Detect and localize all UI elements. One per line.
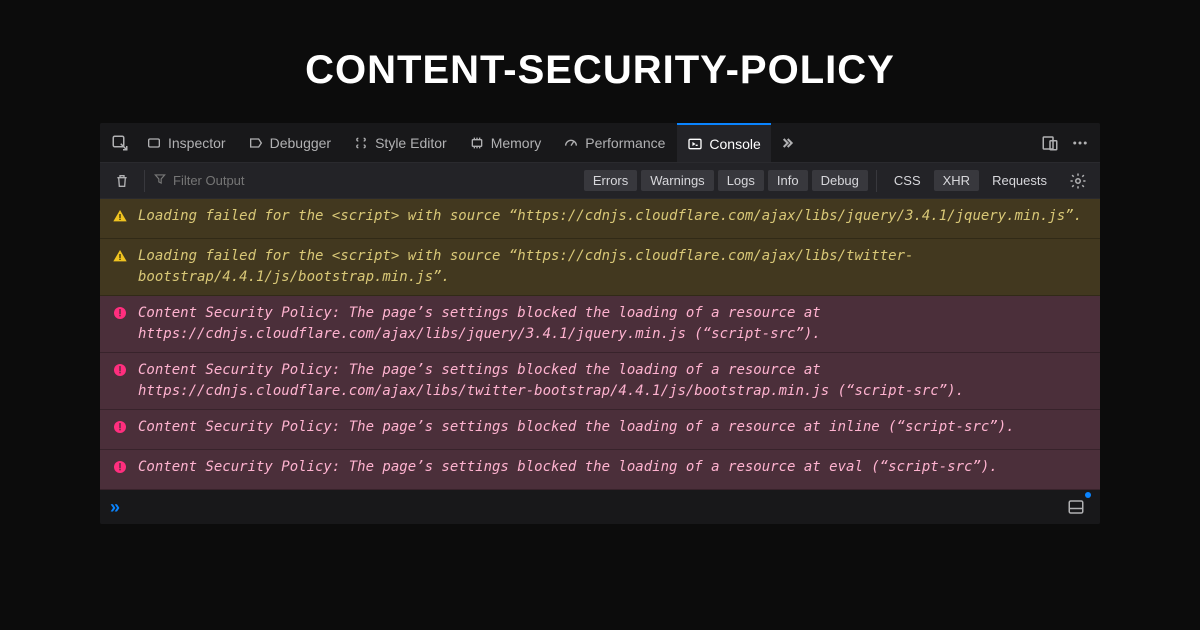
- log-level-filters: Errors Warnings Logs Info Debug: [584, 170, 868, 191]
- message-text: Content Security Policy: The page’s sett…: [138, 303, 1088, 345]
- tab-inspector[interactable]: Inspector: [136, 123, 236, 162]
- message-text: Content Security Policy: The page’s sett…: [138, 417, 1088, 438]
- error-icon: [112, 305, 128, 328]
- warning-icon: [112, 208, 128, 231]
- tab-label: Inspector: [168, 135, 226, 151]
- prompt-icon: »: [110, 497, 120, 518]
- tab-label: Performance: [585, 135, 665, 151]
- filter-input[interactable]: [173, 173, 293, 188]
- style-editor-icon: [353, 135, 369, 151]
- category-filters: CSS XHR Requests: [885, 170, 1056, 191]
- error-icon: [112, 362, 128, 385]
- filter-requests[interactable]: Requests: [983, 170, 1056, 191]
- tab-label: Debugger: [270, 135, 332, 151]
- warning-icon: [112, 248, 128, 271]
- tab-style-editor[interactable]: Style Editor: [343, 123, 457, 162]
- tab-label: Console: [709, 136, 760, 152]
- console-toolbar: Errors Warnings Logs Info Debug CSS XHR …: [100, 163, 1100, 199]
- split-console-button[interactable]: [1062, 493, 1090, 521]
- filter-xhr[interactable]: XHR: [934, 170, 979, 191]
- message-text: Content Security Policy: The page’s sett…: [138, 457, 1088, 478]
- message-text: Content Security Policy: The page’s sett…: [138, 360, 1088, 402]
- devtools-tabbar: Inspector Debugger Style Editor Memory P…: [100, 123, 1100, 163]
- tab-label: Style Editor: [375, 135, 447, 151]
- console-settings-button[interactable]: [1064, 167, 1092, 195]
- page-title: CONTENT-SECURITY-POLICY: [0, 0, 1200, 123]
- console-message[interactable]: Content Security Policy: The page’s sett…: [100, 296, 1100, 353]
- clear-console-button[interactable]: [108, 167, 136, 195]
- tab-performance[interactable]: Performance: [553, 123, 675, 162]
- filter-errors[interactable]: Errors: [584, 170, 637, 191]
- message-text: Loading failed for the <script> with sou…: [138, 206, 1088, 227]
- tab-memory[interactable]: Memory: [459, 123, 552, 162]
- console-input-bar[interactable]: »: [100, 490, 1100, 524]
- kebab-menu-button[interactable]: [1066, 129, 1094, 157]
- filter-css[interactable]: CSS: [885, 170, 930, 191]
- tab-debugger[interactable]: Debugger: [238, 123, 342, 162]
- divider: [876, 170, 877, 192]
- debugger-icon: [248, 135, 264, 151]
- tab-label: Memory: [491, 135, 542, 151]
- console-icon: [687, 136, 703, 152]
- console-message[interactable]: Content Security Policy: The page’s sett…: [100, 353, 1100, 410]
- message-text: Loading failed for the <script> with sou…: [138, 246, 1088, 288]
- error-icon: [112, 419, 128, 442]
- filter-debug[interactable]: Debug: [812, 170, 868, 191]
- tab-console[interactable]: Console: [677, 123, 770, 162]
- element-picker-button[interactable]: [106, 129, 134, 157]
- console-message[interactable]: Loading failed for the <script> with sou…: [100, 239, 1100, 296]
- filter-warnings[interactable]: Warnings: [641, 170, 713, 191]
- filter-icon: [153, 172, 167, 189]
- inspector-icon: [146, 135, 162, 151]
- tabs-overflow-button[interactable]: [773, 129, 801, 157]
- filter-logs[interactable]: Logs: [718, 170, 764, 191]
- console-message[interactable]: Loading failed for the <script> with sou…: [100, 199, 1100, 239]
- devtools-panel: Inspector Debugger Style Editor Memory P…: [100, 123, 1100, 524]
- console-message[interactable]: Content Security Policy: The page’s sett…: [100, 410, 1100, 450]
- console-messages: Loading failed for the <script> with sou…: [100, 199, 1100, 490]
- filter-wrap: [153, 172, 293, 189]
- memory-icon: [469, 135, 485, 151]
- responsive-mode-button[interactable]: [1036, 129, 1064, 157]
- divider: [144, 170, 145, 192]
- filter-info[interactable]: Info: [768, 170, 808, 191]
- console-message[interactable]: Content Security Policy: The page’s sett…: [100, 450, 1100, 490]
- performance-icon: [563, 135, 579, 151]
- error-icon: [112, 459, 128, 482]
